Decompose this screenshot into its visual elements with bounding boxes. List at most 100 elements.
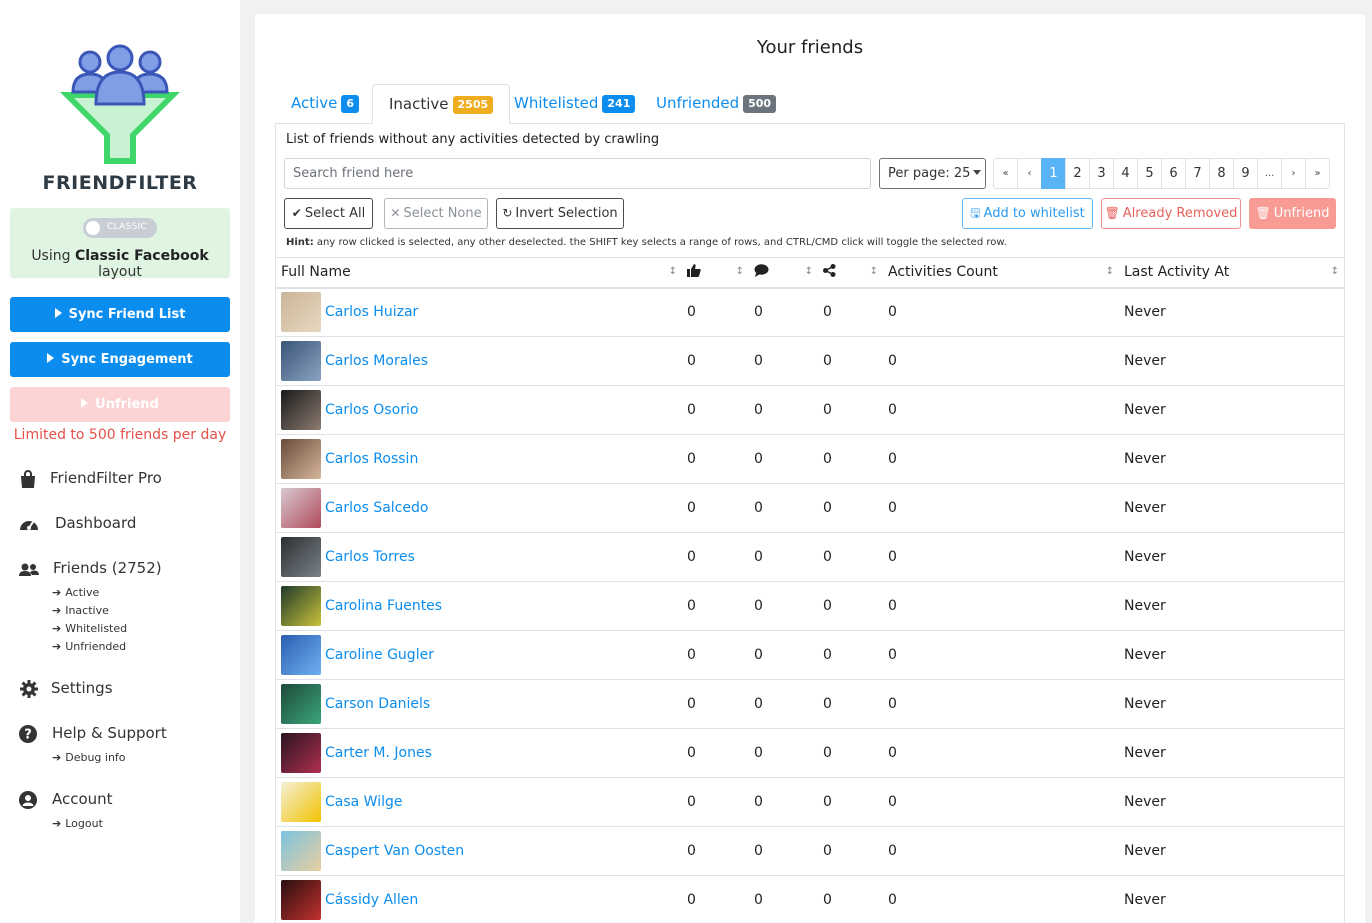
tab-whitelisted[interactable]: Whitelisted 241 [498,84,651,124]
avatar [281,831,321,871]
friend-name-link[interactable]: Carlos Rossin [325,451,418,467]
unfriend-button[interactable]: 🗑 Unfriend [1249,198,1336,229]
sync-engagement-button[interactable]: Sync Engagement [10,342,230,377]
per-page-dropdown[interactable]: Per page: 25 [879,158,986,189]
page-ellipsis[interactable]: ... [1257,158,1282,189]
table-row[interactable]: Carlos Morales 0 0 0 0 Never [276,336,1344,386]
tab-unfriended[interactable]: Unfriended 500 [640,84,792,124]
page-9[interactable]: 9 [1233,158,1258,189]
nav-sub-logout[interactable]: ➔ Logout [52,817,103,830]
table-row[interactable]: Carlos Salcedo 0 0 0 0 Never [276,483,1344,533]
hint-label: Hint: [286,237,314,248]
table-row[interactable]: Carlos Torres 0 0 0 0 Never [276,532,1344,582]
nav-sub-active[interactable]: ➔ Active [52,586,99,599]
nav-sub-whitelisted[interactable]: ➔ Whitelisted [52,622,127,635]
friend-status-tabs: Active 6 Inactive 2505 Whitelisted 241 Unfr… [275,84,1345,124]
shopping-bag-icon [21,470,35,488]
select-all-button[interactable]: ✔ Select All [284,198,373,229]
select-none-button[interactable]: ✕ Select None [384,198,488,229]
nav-sub-unfriended[interactable]: ➔ Unfriended [52,640,126,653]
sub-label: Debug info [65,751,126,764]
col-full-name[interactable]: Full Name ↕ [276,257,682,289]
nav-sub-inactive[interactable]: ➔ Inactive [52,604,109,617]
cell-shares: 0 [818,581,883,631]
toggle-knob [86,221,100,235]
table-row[interactable]: Cássidy Allen 0 0 0 0 Never [276,875,1344,923]
cell-full-name: Cássidy Allen [276,875,682,923]
friend-name-link[interactable]: Caspert Van Oosten [325,843,464,859]
nav-sub-debug-info[interactable]: ➔ Debug info [52,751,126,764]
friend-name-link[interactable]: Carlos Torres [325,549,415,565]
users-icon [19,563,39,576]
sub-label: Logout [65,817,103,830]
friend-name-link[interactable]: Carter M. Jones [325,745,432,761]
cell-full-name: Carlos Salcedo [276,483,682,533]
page-5[interactable]: 5 [1137,158,1162,189]
friend-name-link[interactable]: Carlos Huizar [325,304,418,320]
friend-name-link[interactable]: Carlos Salcedo [325,500,428,516]
classic-layout-toggle[interactable]: CLASSIC [83,218,157,238]
cell-activities-count: 0 [883,728,1119,778]
page-7[interactable]: 7 [1185,158,1210,189]
invert-selection-button[interactable]: ↻ Invert Selection [496,198,624,229]
friend-name-link[interactable]: Casa Wilge [325,794,403,810]
sync-friend-list-button[interactable]: Sync Friend List [10,297,230,332]
table-row[interactable]: Carolina Fuentes 0 0 0 0 Never [276,581,1344,631]
col-last-activity[interactable]: Last Activity At ↕ [1119,257,1344,289]
tab-inactive[interactable]: Inactive 2505 [372,84,511,124]
table-body: Carlos Huizar 0 0 0 0 Never Carlos Morales 0 0 0 0… [276,287,1344,923]
already-removed-button[interactable]: 🗑 Already Removed [1101,198,1241,229]
avatar [281,635,321,675]
table-row[interactable]: Carlos Huizar 0 0 0 0 Never [276,287,1344,337]
button-label: Unfriend [1273,206,1330,221]
friend-name-link[interactable]: Carlos Osorio [325,402,418,418]
col-comments[interactable]: ↕ [749,257,818,289]
page-next[interactable]: › [1281,158,1306,189]
sync-engagement-label: Sync Engagement [61,352,193,367]
column-label: Activities Count [888,264,998,281]
table-row[interactable]: Carter M. Jones 0 0 0 0 Never [276,728,1344,778]
like-icon [687,263,701,277]
col-likes[interactable]: ↕ [682,257,749,289]
table-row[interactable]: Carlos Rossin 0 0 0 0 Never [276,434,1344,484]
search-input[interactable] [284,158,871,189]
tab-label: Active [291,94,338,112]
unfriend-button-disabled[interactable]: Unfriend [10,387,230,422]
cell-last-activity: Never [1119,287,1344,337]
table-row[interactable]: Caspert Van Oosten 0 0 0 0 Never [276,826,1344,876]
layout-suffix: layout [98,264,142,280]
button-label: Add to whitelist [983,206,1085,221]
friend-name-link[interactable]: Caroline Gugler [325,647,434,663]
page-1[interactable]: 1 [1041,158,1066,189]
table-row[interactable]: Carson Daniels 0 0 0 0 Never [276,679,1344,729]
table-row[interactable]: Caroline Gugler 0 0 0 0 Never [276,630,1344,680]
sort-icon: ↕ [869,266,878,277]
cell-likes: 0 [682,630,749,680]
friend-name-link[interactable]: Carson Daniels [325,696,430,712]
col-shares[interactable]: ↕ [818,257,883,289]
sort-icon: ↕ [735,266,744,277]
per-page-label: Per page: 25 [888,166,971,181]
page-title: Your friends [756,37,864,58]
cell-shares: 0 [818,532,883,582]
page-6[interactable]: 6 [1161,158,1186,189]
table-row[interactable]: Carlos Osorio 0 0 0 0 Never [276,385,1344,435]
table-row[interactable]: Casa Wilge 0 0 0 0 Never [276,777,1344,827]
page-3[interactable]: 3 [1089,158,1114,189]
tab-description: List of friends without any activities d… [286,132,660,147]
cell-full-name: Carlos Morales [276,336,682,386]
add-to-whitelist-button[interactable]: 🖫 Add to whitelist [962,198,1093,229]
unfriend-label: Unfriend [95,397,159,412]
page-first[interactable]: « [993,158,1018,189]
page-2[interactable]: 2 [1065,158,1090,189]
tab-active[interactable]: Active 6 [275,84,375,124]
friend-name-link[interactable]: Carlos Morales [325,353,428,369]
friend-name-link[interactable]: Carolina Fuentes [325,598,442,614]
page-4[interactable]: 4 [1113,158,1138,189]
page-8[interactable]: 8 [1209,158,1234,189]
friend-name-link[interactable]: Cássidy Allen [325,892,418,908]
cell-shares: 0 [818,630,883,680]
page-prev[interactable]: ‹ [1017,158,1042,189]
page-last[interactable]: » [1305,158,1330,189]
col-activities-count[interactable]: Activities Count ↕ [883,257,1119,289]
